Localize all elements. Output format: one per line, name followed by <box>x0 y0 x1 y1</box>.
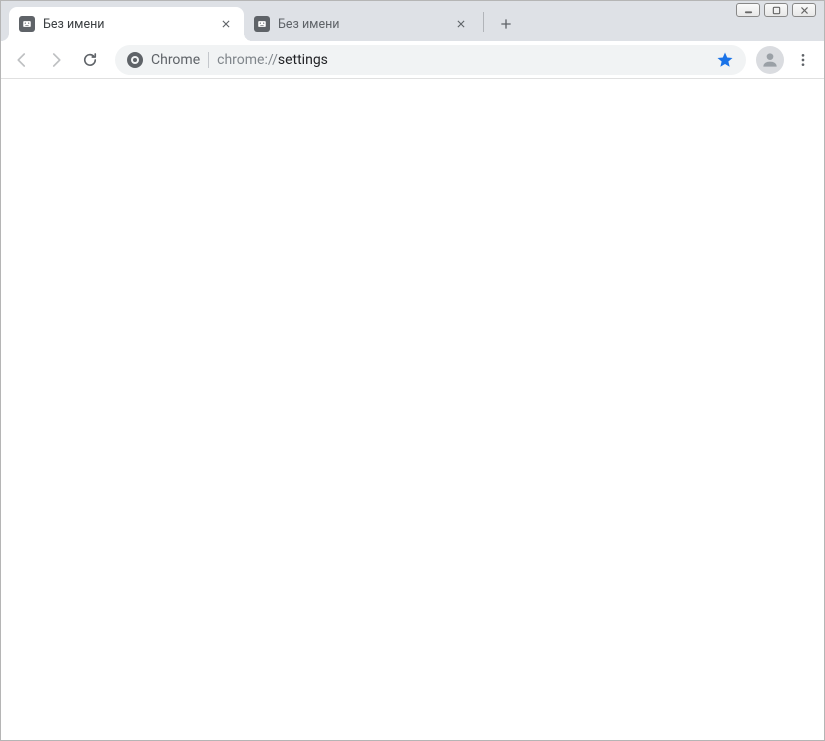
tab-close-icon[interactable] <box>218 16 234 32</box>
omnibox-label: Chrome <box>151 52 200 68</box>
bookmark-star-icon[interactable] <box>716 51 734 69</box>
forward-button[interactable] <box>41 45 71 75</box>
tab-favicon-icon <box>19 16 35 32</box>
profile-button[interactable] <box>756 46 784 74</box>
menu-button[interactable] <box>788 45 818 75</box>
reload-button[interactable] <box>75 45 105 75</box>
tab-separator <box>483 12 484 32</box>
url-prefix: chrome:// <box>217 52 278 68</box>
window-controls <box>736 1 824 19</box>
maximize-button[interactable] <box>764 3 788 17</box>
toolbar: Chrome chrome://settings <box>1 41 824 79</box>
close-button[interactable] <box>792 3 816 17</box>
tab-strip: Без имени Без имени <box>1 1 824 41</box>
tab-favicon-icon <box>254 16 270 32</box>
tab-active[interactable]: Без имени <box>9 7 244 41</box>
address-bar[interactable]: Chrome chrome://settings <box>115 45 746 75</box>
tab-title: Без имени <box>43 17 218 32</box>
page-content <box>1 79 824 740</box>
new-tab-button[interactable] <box>492 10 520 38</box>
omnibox-divider <box>208 52 209 68</box>
back-button[interactable] <box>7 45 37 75</box>
omnibox-url: chrome://settings <box>217 52 708 68</box>
tab-close-icon[interactable] <box>453 16 469 32</box>
url-path: settings <box>278 52 328 68</box>
tab-inactive[interactable]: Без имени <box>244 7 479 41</box>
chrome-icon <box>127 52 143 68</box>
tab-title: Без имени <box>278 17 453 32</box>
minimize-button[interactable] <box>736 3 760 17</box>
